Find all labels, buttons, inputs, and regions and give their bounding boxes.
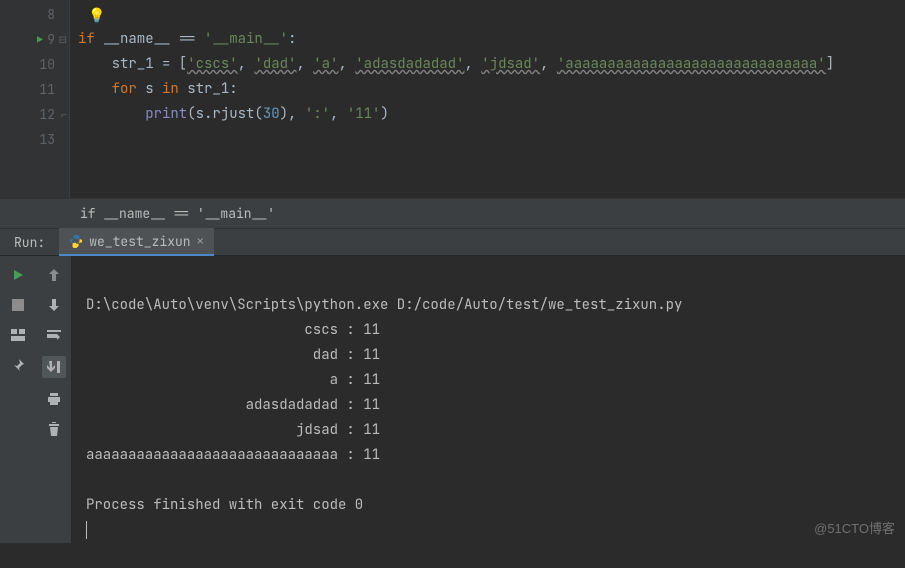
intention-bulb-icon[interactable]: 💡	[88, 4, 105, 29]
pin-icon[interactable]	[9, 356, 27, 374]
console-row: adasdadadad : 11	[86, 396, 380, 414]
console-row: cscs : 11	[86, 321, 380, 339]
console-row: dad : 11	[86, 346, 380, 364]
breadcrumb[interactable]: if __name__ == '__main__'	[0, 198, 905, 228]
run-gutter-icon[interactable]: ▶	[37, 33, 43, 46]
fold-end-icon[interactable]: ⌐	[61, 108, 67, 122]
run-tool-header: Run: we_test_zixun ✕	[0, 228, 905, 256]
breadcrumb-text: if __name__ == '__main__'	[80, 205, 275, 222]
code-text-area[interactable]: 💡 if __name__ == '__main__': str_1 = ['c…	[70, 0, 905, 198]
soft-wrap-icon[interactable]	[45, 326, 63, 344]
run-toolbar-primary	[0, 256, 36, 543]
run-tab[interactable]: we_test_zixun ✕	[59, 228, 214, 256]
editor-gutter: 8 9 ▶ ⊟ 10 11 12 ⌐ 13	[0, 0, 70, 198]
run-tab-label: we_test_zixun	[89, 233, 190, 250]
console-exit: Process finished with exit code 0	[86, 496, 363, 514]
run-panel: D:\code\Auto\venv\Scripts\python.exe D:/…	[0, 256, 905, 543]
line-number: 13	[39, 131, 55, 148]
line-number: 12	[39, 106, 55, 123]
text-cursor	[86, 521, 87, 539]
console-row: a : 11	[86, 371, 380, 389]
console-output[interactable]: D:\code\Auto\venv\Scripts\python.exe D:/…	[72, 256, 905, 543]
console-cmd: D:\code\Auto\venv\Scripts\python.exe D:/…	[86, 296, 682, 314]
line-number: 9	[47, 31, 55, 48]
print-icon[interactable]	[45, 390, 63, 408]
stop-icon[interactable]	[9, 296, 27, 314]
line-number: 10	[39, 56, 55, 73]
scroll-to-end-icon[interactable]	[42, 356, 66, 378]
up-arrow-icon[interactable]	[45, 266, 63, 284]
line-number: 8	[47, 6, 55, 23]
console-row: aaaaaaaaaaaaaaaaaaaaaaaaaaaaaa : 11	[86, 446, 380, 464]
python-file-icon	[69, 234, 83, 248]
line-number: 11	[39, 81, 55, 98]
fold-icon[interactable]: ⊟	[59, 33, 67, 46]
close-icon[interactable]: ✕	[197, 233, 204, 249]
trash-icon[interactable]	[45, 420, 63, 438]
watermark: @51CTO博客	[814, 518, 895, 537]
code-editor[interactable]: 8 9 ▶ ⊟ 10 11 12 ⌐ 13 💡 if __name__ == '_…	[0, 0, 905, 198]
rerun-icon[interactable]	[9, 266, 27, 284]
run-label: Run:	[0, 234, 59, 251]
down-arrow-icon[interactable]	[45, 296, 63, 314]
run-toolbar-secondary	[36, 256, 72, 543]
layout-icon[interactable]	[9, 326, 27, 344]
console-row: jdsad : 11	[86, 421, 380, 439]
